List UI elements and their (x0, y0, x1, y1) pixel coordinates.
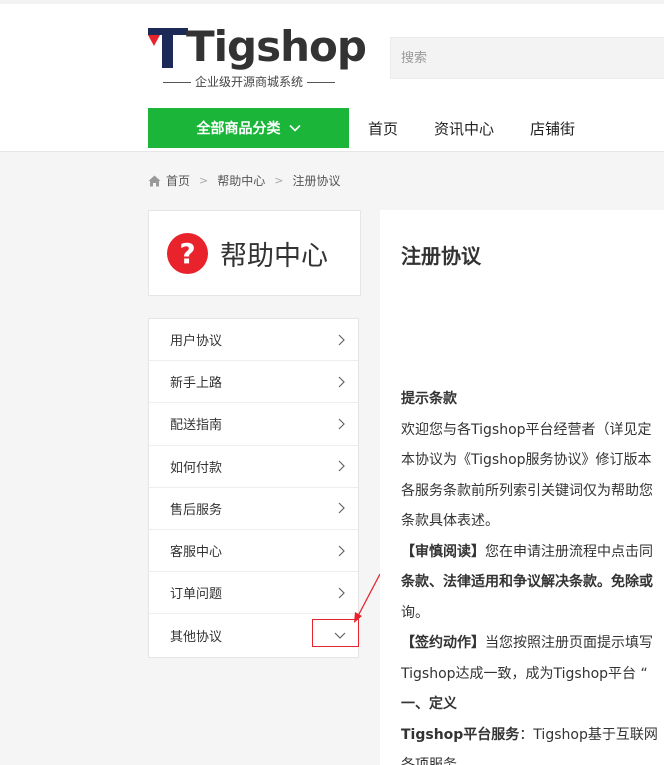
chevron-right-icon (338, 418, 345, 430)
article-title: 注册协议 (401, 244, 481, 268)
article-line: 条款具体表述。 (401, 513, 499, 529)
logo-brand: Tigshop (186, 22, 367, 71)
sidebar-item-label: 如何付款 (170, 460, 223, 476)
chevron-right-icon (338, 545, 345, 556)
article-line: 欢迎您与各Tigshop平台经营者（详见定 (401, 421, 652, 438)
article-panel: 注册协议 提示条款 欢迎您与各Tigshop平台经营者（详见定 本协议为《Tig… (380, 210, 664, 765)
article-line: 各项服务。 (401, 757, 471, 765)
breadcrumb: 首页 > 帮助中心 > 注册协议 (148, 172, 340, 189)
article-line: 【签约动作】当您按照注册页面提示填写 (401, 628, 664, 659)
sidebar-item-getting-started[interactable]: 新手上路 (149, 361, 358, 404)
sidebar-item-label: 新手上路 (170, 376, 223, 392)
sidebar-item-label: 客服中心 (170, 545, 223, 561)
nav-shop-street[interactable]: 店铺街 (530, 118, 575, 139)
nav-home[interactable]: 首页 (368, 118, 398, 139)
breadcrumb-separator-icon: > (199, 174, 209, 187)
article-section-heading: 一、定义 (401, 696, 457, 712)
article-line-prefix: 【签约动作】 (401, 635, 485, 651)
article-line-text: 当您按照注册页面提示填写 (485, 635, 653, 651)
search-input[interactable] (391, 38, 664, 78)
chevron-right-icon (338, 587, 345, 599)
article-line: 各服务条款前所列索引关键词仅为帮助您 (401, 482, 653, 499)
chevron-right-icon (338, 502, 345, 514)
chevron-right-icon (338, 460, 345, 472)
sidebar-item-label: 用户协议 (170, 334, 223, 350)
all-categories-button[interactable]: 全部商品分类 (148, 108, 349, 148)
logo-slogan: 企业级开源商城系统 (148, 74, 350, 90)
annotation-arrow-icon (354, 573, 381, 623)
chevron-down-icon (288, 124, 301, 132)
home-icon (148, 175, 161, 186)
help-sidebar: 用户协议 新手上路 配送指南 如何付款 售后服务 客服中心 订单问题 其他协议 (148, 318, 359, 658)
article-line-prefix: Tigshop平台服务 (401, 726, 520, 743)
article-line: 条款、法律适用和争议解决条款。免除或 (401, 574, 653, 590)
breadcrumb-separator-icon: > (274, 174, 284, 187)
sidebar-item-label: 配送指南 (170, 418, 223, 434)
sidebar-item-label: 订单问题 (170, 587, 223, 603)
sidebar-item-delivery-guide[interactable]: 配送指南 (149, 403, 358, 446)
article-line: 【审慎阅读】您在申请注册流程中点击同 (401, 537, 664, 568)
search-box (390, 37, 664, 79)
site-logo[interactable]: Tigshop 企业级开源商城系统 (148, 22, 367, 94)
main-nav: 首页 资讯中心 店铺街 (368, 108, 575, 148)
article-line-text: ：Tigshop基于互联网 (519, 726, 658, 743)
breadcrumb-current: 注册协议 (292, 174, 341, 188)
sidebar-item-label: 售后服务 (170, 502, 223, 518)
article-line: 询。 (401, 604, 429, 621)
chevron-right-icon (338, 334, 345, 346)
article-line: Tigshop达成一致，成为Tigshop平台 “ (401, 665, 648, 682)
chevron-right-icon (338, 376, 345, 388)
sidebar-item-after-sales[interactable]: 售后服务 (149, 488, 358, 530)
breadcrumb-home[interactable]: 首页 (166, 172, 190, 189)
sidebar-item-order-issues[interactable]: 订单问题 (149, 572, 358, 615)
article-line: Tigshop平台服务：Tigshop基于互联网 (401, 720, 664, 751)
help-center-card: ? 帮助中心 (148, 210, 361, 296)
all-categories-label: 全部商品分类 (196, 121, 281, 137)
nav-news-center[interactable]: 资讯中心 (434, 118, 494, 139)
article-line: 提示条款 (401, 391, 457, 407)
question-circle-icon: ? (167, 232, 208, 274)
help-center-title: 帮助中心 (220, 240, 328, 272)
article-line: 本协议为《Tigshop服务协议》修订版本 (401, 452, 652, 468)
sidebar-item-customer-service[interactable]: 客服中心 (149, 530, 358, 573)
sidebar-item-user-agreement[interactable]: 用户协议 (149, 319, 358, 362)
article-line-prefix: 【审慎阅读】 (401, 543, 485, 560)
article-line-text: 您在申请注册流程中点击同 (485, 543, 653, 560)
sidebar-item-label: 其他协议 (170, 629, 223, 645)
breadcrumb-help-center[interactable]: 帮助中心 (217, 172, 265, 189)
sidebar-item-how-to-pay[interactable]: 如何付款 (149, 446, 358, 488)
logo-t-icon (148, 28, 188, 68)
